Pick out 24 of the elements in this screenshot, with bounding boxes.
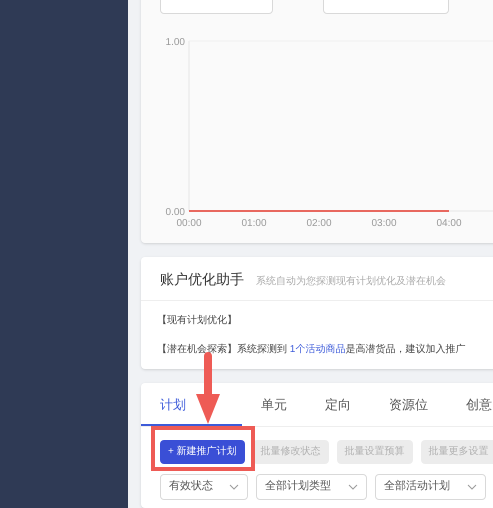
opportunity-text: 【潜在机会探索】系统探测到 1个活动商品是高潜货品，建议加入推广 xyxy=(157,342,466,357)
x-axis-label: 00:00 xyxy=(176,218,202,229)
dropdown-select[interactable]: 全部活动计划 xyxy=(375,474,486,500)
tab[interactable]: 资源位 xyxy=(370,383,447,426)
x-axis-label: 04:00 xyxy=(436,218,462,229)
dropdown-select[interactable]: 全部计划类型 xyxy=(256,474,367,500)
tab[interactable]: 定向 xyxy=(306,383,370,426)
y-axis-label: 0.00 xyxy=(166,207,185,218)
chevron-down-icon xyxy=(467,484,477,490)
chevron-down-icon xyxy=(229,484,239,490)
card-title: 账户优化助手 xyxy=(160,270,244,289)
y-axis-label: 1.00 xyxy=(166,37,185,48)
chevron-down-icon xyxy=(348,484,358,490)
tab[interactable]: 单元 xyxy=(242,383,306,426)
section-label: 【现有计划优化】 xyxy=(157,314,238,328)
tab[interactable]: 创意 xyxy=(447,383,493,426)
x-axis-label: 02:00 xyxy=(306,218,332,229)
x-axis-label: 03:00 xyxy=(371,218,397,229)
product-link[interactable]: 1个活动商品 xyxy=(290,344,346,355)
new-plan-button[interactable]: + 新建推广计划 xyxy=(160,440,245,464)
annotation-arrow xyxy=(196,352,220,424)
dropdown-select[interactable]: 有效状态 xyxy=(160,474,248,500)
x-axis-label: 01:00 xyxy=(241,218,267,229)
card-subtitle: 系统自动为您探测现有计划优化及潜在机会 xyxy=(256,274,446,289)
